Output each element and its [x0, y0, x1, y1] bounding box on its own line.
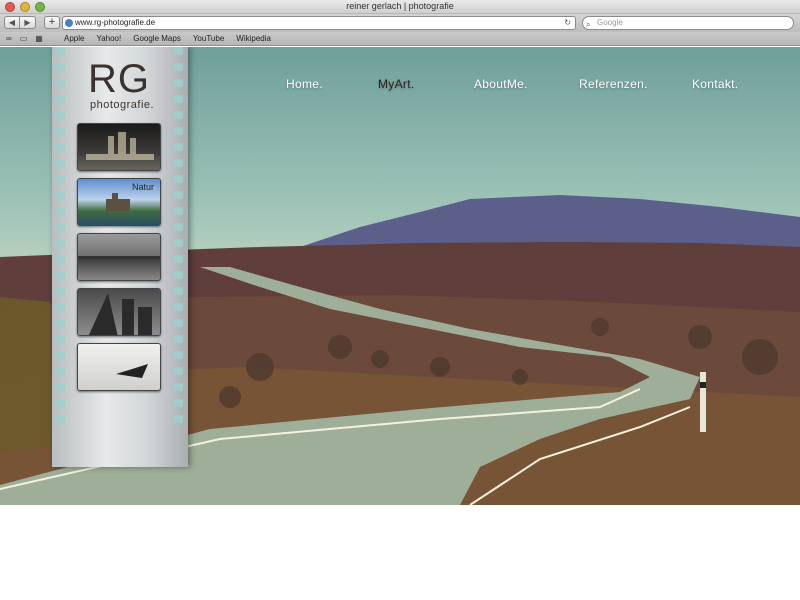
thumbnail-skyscraper[interactable]: [77, 288, 161, 336]
skyscraper-photo-icon: [88, 293, 152, 335]
nav-aboutme[interactable]: AboutMe.: [474, 77, 528, 91]
film-strip-menu: RG photografie. Natur: [52, 47, 188, 467]
search-icon: ⌕: [586, 20, 591, 29]
add-bookmark-button[interactable]: +: [44, 16, 60, 29]
search-placeholder: Google: [597, 18, 623, 27]
nav-kontakt[interactable]: Kontakt.: [692, 77, 738, 91]
reload-icon[interactable]: ↻: [564, 17, 571, 29]
window-title: reiner gerlach | photografie: [346, 1, 454, 11]
bookmark-youtube[interactable]: YouTube: [193, 34, 224, 43]
nav-home[interactable]: Home.: [286, 77, 323, 91]
thumbnail-label: Natur: [131, 182, 154, 192]
address-bar[interactable]: www.rg-photografie.de ↻: [62, 16, 576, 30]
bookmarks-bar: ∞ ▭ ▦ Apple Yahoo! Google Maps YouTube W…: [0, 32, 800, 46]
bookmark-tools: ∞ ▭ ▦: [6, 34, 43, 43]
web-page: RG photografie. Natur Home. MyArt. About…: [0, 47, 800, 505]
history-buttons: ◀ ▶: [4, 16, 36, 29]
bookmark-google-maps[interactable]: Google Maps: [133, 34, 181, 43]
boat-beach-photo-icon: [116, 364, 148, 378]
title-bar: reiner gerlach | photografie: [0, 0, 800, 14]
url-text: www.rg-photografie.de: [75, 18, 156, 27]
back-button[interactable]: ◀: [4, 16, 20, 29]
bookmark-apple[interactable]: Apple: [64, 34, 84, 43]
nav-referenzen[interactable]: Referenzen.: [579, 77, 648, 91]
bookmark-yahoo[interactable]: Yahoo!: [96, 34, 121, 43]
browser-window: reiner gerlach | photografie ◀ ▶ + www.r…: [0, 0, 800, 505]
bookmark-wikipedia[interactable]: Wikipedia: [236, 34, 271, 43]
search-field[interactable]: ⌕ Google: [582, 16, 794, 30]
site-icon: [65, 19, 73, 27]
site-logo-subtitle: photografie.: [90, 99, 155, 111]
bookmark-list: Apple Yahoo! Google Maps YouTube Wikiped…: [64, 34, 271, 43]
open-book-icon[interactable]: ▭: [20, 34, 28, 43]
thumbnail-city-night[interactable]: [77, 123, 161, 171]
film-perforation-left: [56, 47, 66, 467]
reading-glasses-icon[interactable]: ∞: [6, 34, 12, 43]
film-perforation-right: [174, 47, 184, 467]
harbor-reflection-photo-icon: [78, 256, 160, 259]
browser-toolbar: ◀ ▶ + www.rg-photografie.de ↻ ⌕ Google: [0, 14, 800, 32]
thumbnail-natur[interactable]: Natur: [77, 178, 161, 226]
forward-button[interactable]: ▶: [20, 16, 36, 29]
grid-icon[interactable]: ▦: [35, 34, 43, 43]
city-night-photo-icon: [86, 132, 154, 160]
thumbnail-boat[interactable]: [77, 343, 161, 391]
site-logo[interactable]: RG: [88, 59, 150, 99]
nav-myart[interactable]: MyArt.: [378, 77, 414, 91]
thumbnail-harbor[interactable]: [77, 233, 161, 281]
